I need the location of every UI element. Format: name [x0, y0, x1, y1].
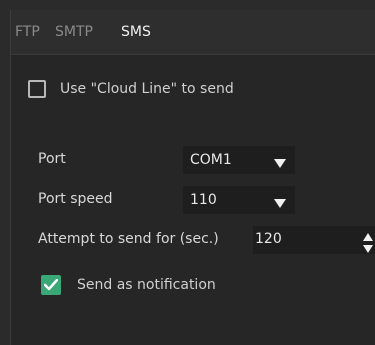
cloud-line-label: Use "Cloud Line" to send: [60, 81, 234, 97]
sms-settings-panel: FTP SMTP SMS Use "Cloud Line" to send Po…: [10, 10, 375, 345]
notification-checkbox[interactable]: [41, 275, 61, 295]
spin-down-icon[interactable]: [363, 241, 373, 257]
port-speed-value: 110: [190, 192, 217, 208]
port-label: Port: [38, 151, 66, 167]
port-value: COM1: [190, 152, 232, 168]
tab-bar: FTP SMTP SMS: [11, 10, 375, 55]
port-speed-select[interactable]: 110: [183, 186, 295, 214]
dropdown-arrow-icon: [274, 156, 286, 172]
port-speed-label: Port speed: [38, 191, 113, 207]
attempt-label: Attempt to send for (sec.): [38, 231, 219, 247]
checkmark-icon: [44, 279, 58, 291]
cloud-line-checkbox[interactable]: [28, 80, 46, 98]
attempt-value: 120: [255, 231, 282, 247]
port-select[interactable]: COM1: [183, 146, 295, 174]
tab-smtp[interactable]: SMTP: [55, 24, 93, 40]
attempt-spinbox[interactable]: 120: [253, 226, 375, 254]
cloud-line-checkbox-row[interactable]: Use "Cloud Line" to send: [28, 80, 234, 98]
notification-label: Send as notification: [77, 277, 216, 293]
tab-ftp[interactable]: FTP: [15, 24, 40, 40]
dropdown-arrow-icon: [274, 196, 286, 212]
notification-checkbox-row[interactable]: Send as notification: [41, 275, 216, 295]
tab-sms[interactable]: SMS: [121, 24, 151, 40]
